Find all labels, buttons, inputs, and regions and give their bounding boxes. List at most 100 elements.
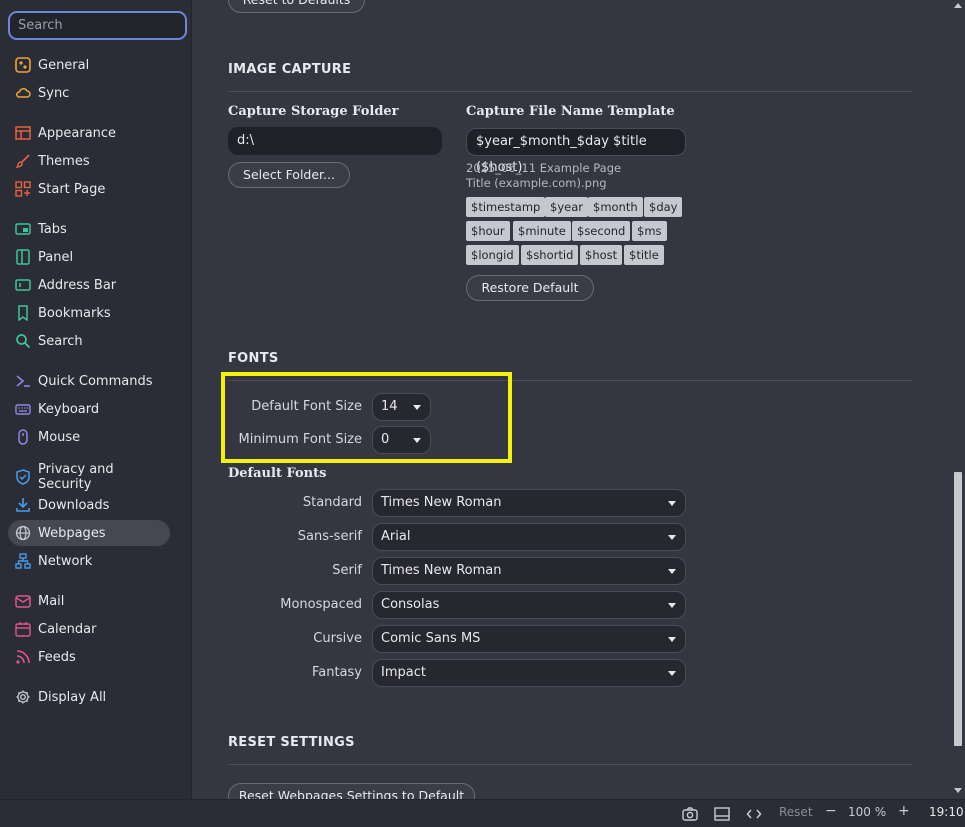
token-hour[interactable]: $hour — [466, 221, 510, 241]
font-row: Sans-serif — [192, 529, 362, 545]
token-day[interactable]: $day — [644, 197, 683, 217]
template-example-line: 2025_06_11 Example Page — [466, 161, 622, 175]
zoom-in-icon[interactable]: + — [898, 803, 910, 819]
window-icon[interactable] — [714, 806, 730, 822]
chevron-down-icon — [668, 501, 676, 506]
chevron-down-icon — [668, 569, 676, 574]
capture-template-field[interactable]: $year_$month_$day $title ($host) — [466, 128, 686, 175]
capture-storage-label: Capture Storage Folder — [228, 104, 399, 119]
serif-font-select[interactable]: Times New Roman — [372, 557, 686, 585]
token-month[interactable]: $month — [588, 197, 643, 217]
sidebar-item-label: Mail — [38, 593, 65, 609]
sidebar-item-label: Quick Commands — [38, 373, 153, 389]
sidebar-item-label: Display All — [38, 689, 107, 705]
monospaced-font-select[interactable]: Consolas — [372, 591, 686, 619]
sidebar-item-label: Appearance — [38, 125, 117, 141]
token-title[interactable]: $title — [624, 245, 664, 265]
standard-font-select[interactable]: Times New Roman — [372, 489, 686, 517]
zoom-reset-button[interactable]: Reset — [779, 805, 813, 819]
address-bar-icon — [15, 279, 31, 291]
code-icon[interactable] — [746, 806, 762, 822]
search-input[interactable] — [8, 11, 187, 40]
sidebar-item-feeds[interactable]: Feeds — [8, 644, 170, 670]
sans-serif-font-select[interactable]: Arial — [372, 523, 686, 551]
highlight-box — [221, 372, 512, 463]
sidebar-item-search[interactable]: Search — [8, 328, 170, 354]
scrollbar-thumb[interactable] — [954, 472, 962, 746]
restore-default-button[interactable]: Restore Default — [466, 275, 594, 301]
cursive-font-select[interactable]: Comic Sans MS — [372, 625, 686, 653]
mail-icon — [15, 595, 31, 608]
token-year[interactable]: $year — [545, 197, 588, 217]
fantasy-font-select[interactable]: Impact — [372, 659, 686, 687]
sidebar-item-mouse[interactable]: Mouse — [8, 424, 170, 450]
font-row-label: Sans-serif — [297, 529, 362, 544]
chevron-down-icon — [668, 603, 676, 608]
font-row-label: Cursive — [313, 631, 362, 646]
general-icon — [15, 57, 31, 73]
token-second[interactable]: $second — [572, 221, 631, 241]
min-font-size-row: Minimum Font Size — [192, 432, 363, 448]
quick-commands-icon — [16, 375, 30, 387]
sidebar-item-label: Search — [38, 333, 83, 349]
sidebar-item-label: Network — [38, 553, 93, 569]
token-shortid[interactable]: $shortid — [521, 245, 579, 265]
font-row-label: Fantasy — [311, 665, 362, 680]
sidebar-item-start-page[interactable]: Start Page — [8, 176, 170, 202]
sidebar-item-label: Calendar — [38, 621, 97, 637]
sidebar-item-label: Webpages — [38, 525, 106, 541]
chevron-down-icon — [668, 535, 676, 540]
token-minute[interactable]: $minute — [513, 221, 571, 241]
sidebar-item-label: Mouse — [38, 429, 81, 445]
token-longid[interactable]: $longid — [466, 245, 519, 265]
scroll-up-icon[interactable] — [954, 3, 962, 8]
sidebar-item-tabs[interactable]: Tabs — [8, 216, 170, 242]
sidebar-item-privacy-security[interactable]: Privacy and Security — [8, 462, 170, 492]
sidebar-item-panel[interactable]: Panel — [8, 244, 170, 270]
sidebar-item-label: Panel — [38, 249, 74, 265]
feeds-icon — [16, 650, 30, 664]
shield-icon — [16, 469, 30, 485]
sidebar-item-network[interactable]: Network — [8, 548, 170, 574]
sidebar-item-webpages[interactable]: Webpages — [8, 520, 170, 546]
sidebar-item-label: Themes — [38, 153, 90, 169]
select-value: Comic Sans MS — [381, 631, 481, 646]
reset-webpages-settings-button[interactable]: Reset Webpages Settings to Default — [228, 783, 475, 799]
sidebar-item-label: Tabs — [38, 221, 67, 237]
min-font-size-select[interactable]: 0 — [372, 426, 431, 454]
sidebar-item-mail[interactable]: Mail — [8, 588, 170, 614]
sidebar-item-quick-commands[interactable]: Quick Commands — [8, 368, 170, 394]
sidebar-item-label: Sync — [38, 85, 70, 101]
divider — [228, 91, 913, 92]
sidebar-item-downloads[interactable]: Downloads — [8, 492, 170, 518]
sidebar-item-sync[interactable]: Sync — [8, 80, 170, 106]
camera-icon[interactable] — [682, 806, 698, 822]
sidebar-item-themes[interactable]: Themes — [8, 148, 170, 174]
sidebar-item-address-bar[interactable]: Address Bar — [8, 272, 170, 298]
select-value: Times New Roman — [381, 563, 502, 578]
sidebar-item-display-all[interactable]: Display All — [8, 684, 170, 710]
reset-to-defaults-button[interactable]: Reset to Defaults — [228, 0, 365, 13]
sidebar-item-general[interactable]: General — [8, 52, 170, 78]
start-page-icon — [15, 181, 31, 197]
panel-icon — [16, 249, 30, 265]
sidebar-item-appearance[interactable]: Appearance — [8, 120, 170, 146]
sidebar-item-label: Address Bar — [38, 277, 117, 293]
font-row-label: Serif — [332, 563, 362, 578]
default-font-size-select[interactable]: 14 — [372, 393, 431, 421]
token-host[interactable]: $host — [580, 245, 623, 265]
token-timestamp[interactable]: $timestamp — [466, 197, 546, 217]
zoom-out-icon[interactable]: − — [825, 803, 837, 819]
settings-content: Reset to Defaults IMAGE CAPTURE Capture … — [192, 0, 952, 799]
sidebar-item-label: Keyboard — [38, 401, 100, 417]
default-font-size-row: Default Font Size — [192, 399, 362, 415]
font-row: Cursive — [192, 631, 362, 647]
sidebar-item-calendar[interactable]: Calendar — [8, 616, 170, 642]
token-ms[interactable]: $ms — [632, 221, 667, 241]
capture-storage-field[interactable]: d:\ — [228, 127, 442, 155]
sidebar-item-bookmarks[interactable]: Bookmarks — [8, 300, 170, 326]
scroll-down-icon[interactable] — [954, 788, 962, 793]
keyboard-icon — [15, 404, 31, 415]
select-folder-button[interactable]: Select Folder... — [228, 162, 350, 188]
sidebar-item-keyboard[interactable]: Keyboard — [8, 396, 170, 422]
